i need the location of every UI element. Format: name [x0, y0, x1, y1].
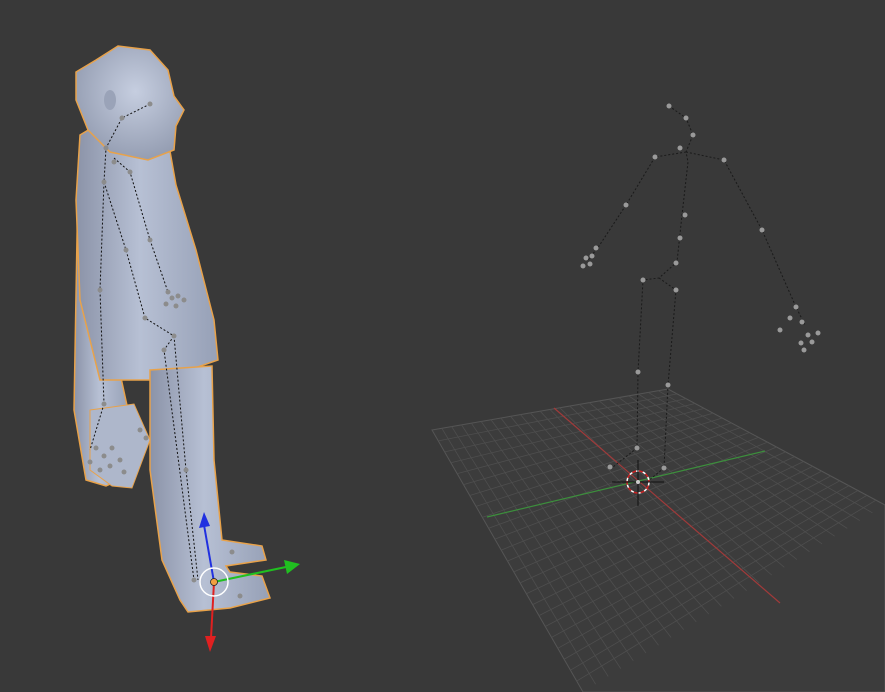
ground-grid	[431, 388, 885, 692]
character-mesh[interactable]	[73, 45, 271, 613]
object-origin-icon	[210, 578, 218, 586]
viewport-canvas[interactable]	[0, 0, 885, 692]
3d-viewport[interactable]	[0, 0, 885, 692]
